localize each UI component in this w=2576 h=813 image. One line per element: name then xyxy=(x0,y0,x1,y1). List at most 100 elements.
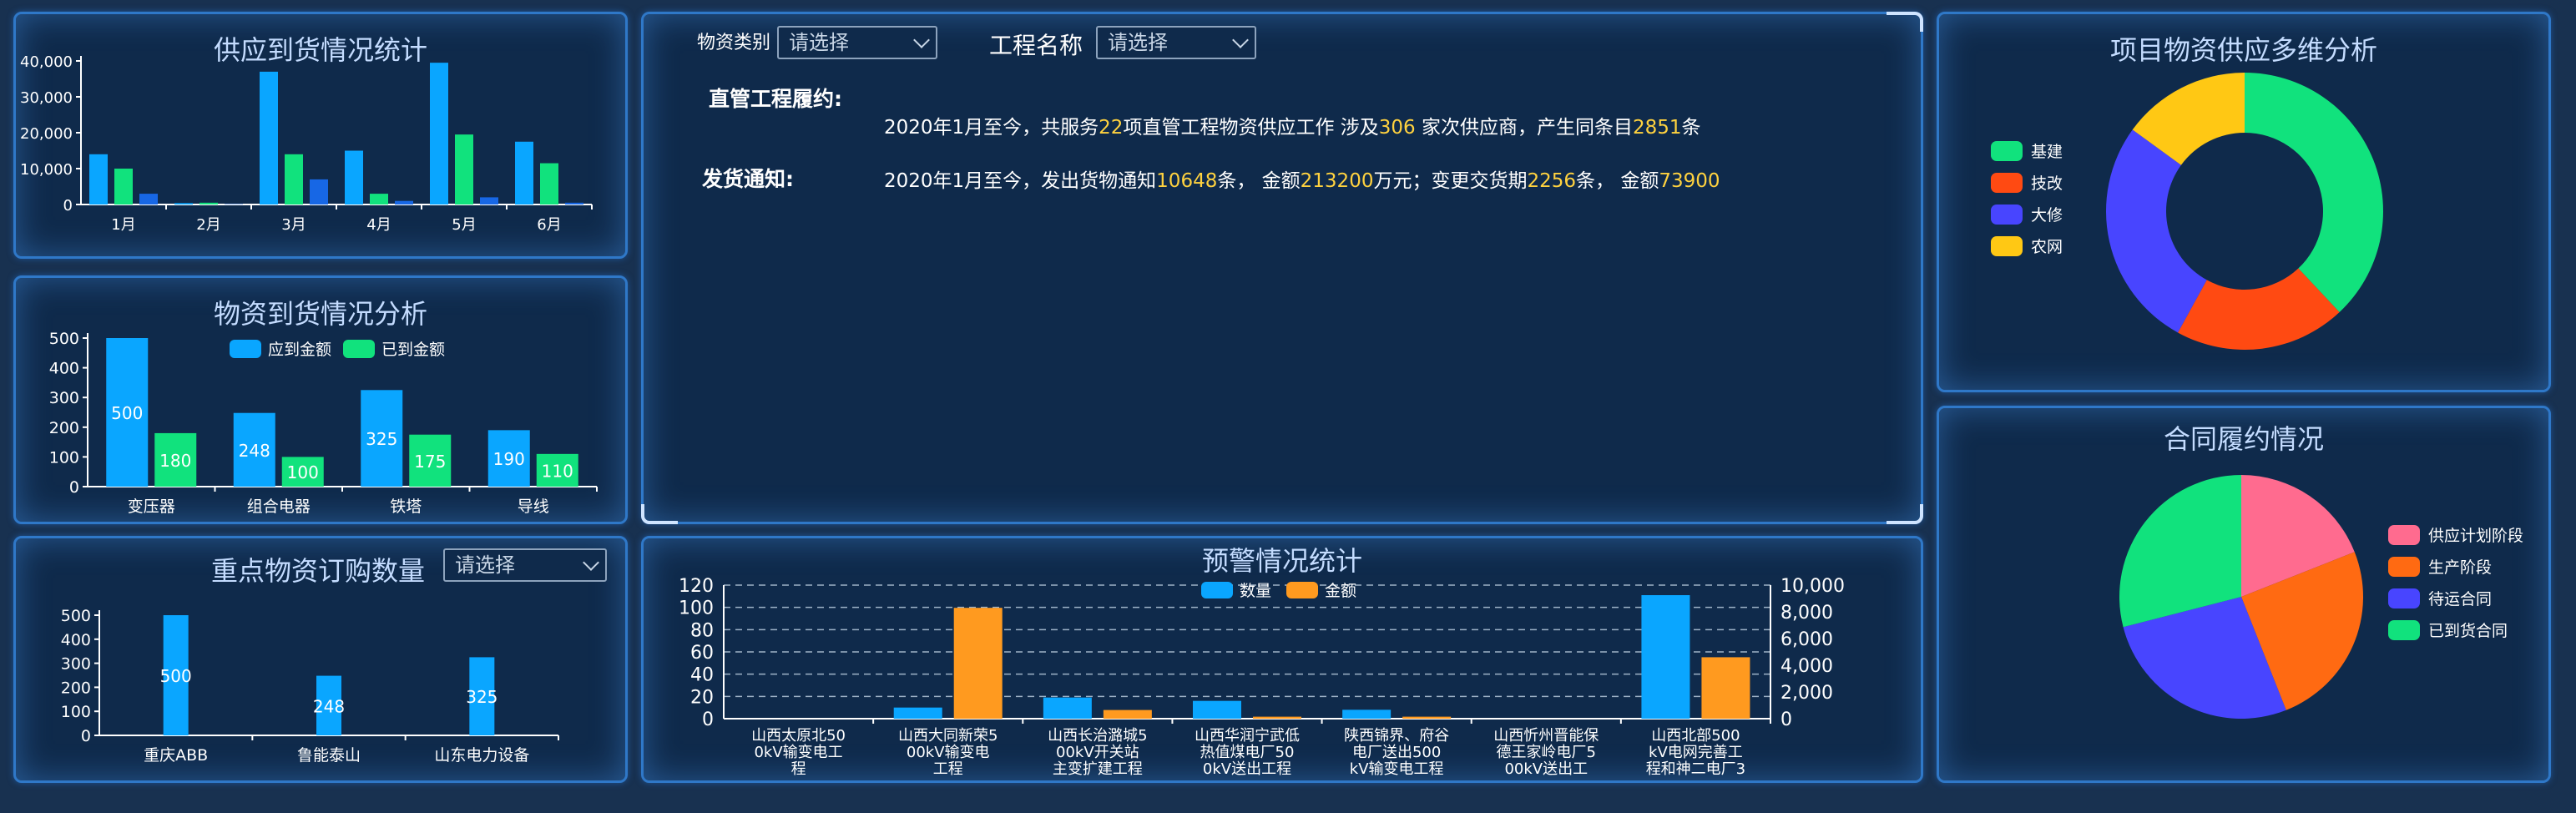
legend-label: 数量 xyxy=(1240,582,1271,600)
x-tick-label: 0kV输变电工 xyxy=(754,744,842,761)
x-tick-label: 6月 xyxy=(537,216,561,234)
bar xyxy=(285,154,303,205)
filter-category-value: 请选择 xyxy=(789,31,849,54)
bar-value-label: 110 xyxy=(542,461,573,481)
corner-decoration xyxy=(1887,504,1923,524)
highlight-value: 306 xyxy=(1378,117,1416,139)
filter-project-label: 工程名称 xyxy=(989,32,1083,59)
x-tick-label: 鲁能泰山 xyxy=(297,746,361,765)
y-tick-label: 500 xyxy=(49,330,79,348)
x-tick-label: 组合电器 xyxy=(247,497,311,516)
bar xyxy=(370,194,388,205)
shipping-notice-heading: 发货通知: xyxy=(702,167,794,191)
text-segment: 项直管工程物资供应工作 涉及 xyxy=(1123,117,1379,139)
x-tick-label: 德王家岭电厂5 xyxy=(1497,744,1596,761)
legend-swatch xyxy=(2388,525,2420,545)
bar-amount xyxy=(1103,709,1152,719)
text-segment: 条， 金额 xyxy=(1576,170,1659,192)
x-tick-label: 工程 xyxy=(933,760,963,778)
pie-slice xyxy=(2245,73,2383,313)
pie-slice xyxy=(2106,129,2207,333)
bar xyxy=(200,202,218,205)
bar-quantity xyxy=(893,707,942,719)
shipping-notice-text: 2020年1月至今，发出货物通知10648 条， 金额 213200万元；变更交货期… xyxy=(884,164,1720,193)
bar-value-label: 248 xyxy=(313,696,345,716)
y-tick-label: 100 xyxy=(61,703,91,721)
legend-label: 应到金额 xyxy=(268,341,331,359)
direct-project-heading: 直管工程履约: xyxy=(709,87,842,111)
corner-decoration xyxy=(641,504,678,524)
legend-label: 金额 xyxy=(1325,582,1356,600)
legend-swatch xyxy=(2388,620,2420,640)
y-tick-label: 400 xyxy=(49,360,79,378)
legend-swatch xyxy=(1991,173,2023,193)
y-left-tick-label: 0 xyxy=(702,709,714,730)
legend-label: 待运合同 xyxy=(2428,590,2492,608)
highlight-value: 22 xyxy=(1099,117,1124,139)
filter-project-select[interactable]: 请选择 xyxy=(1096,26,1256,59)
bar-value-label: 325 xyxy=(466,687,498,707)
bar xyxy=(139,194,158,205)
bar-value-label: 180 xyxy=(159,451,191,471)
x-tick-label: 铁塔 xyxy=(390,497,422,516)
y-left-tick-label: 60 xyxy=(690,643,714,664)
bar-value-label: 325 xyxy=(366,429,397,449)
bar xyxy=(310,179,328,205)
x-tick-label: 重庆ABB xyxy=(144,746,208,765)
y-right-tick-label: 4,000 xyxy=(1780,656,1833,677)
info-panel: 物资类别 请选择 工程名称 请选择 直管工程履约: 2020年1月至今，共服务2… xyxy=(641,12,1923,524)
y-tick-label: 40,000 xyxy=(20,53,73,71)
bar-quantity xyxy=(1043,697,1092,719)
text-segment: 家次供应商，产生同条目 xyxy=(1415,117,1633,139)
y-tick-label: 0 xyxy=(69,478,79,497)
y-left-tick-label: 120 xyxy=(679,576,714,597)
highlight-value: 213200 xyxy=(1300,170,1374,192)
y-tick-label: 20,000 xyxy=(20,125,73,143)
legend-label: 供应计划阶段 xyxy=(2428,527,2523,545)
legend-swatch xyxy=(2388,557,2420,577)
y-right-tick-label: 0 xyxy=(1780,709,1792,730)
x-tick-label: 00kV输变电 xyxy=(907,744,990,761)
x-tick-label: 山西大同新荣5 xyxy=(898,727,998,745)
y-left-tick-label: 80 xyxy=(690,620,714,641)
y-tick-label: 30,000 xyxy=(20,89,73,107)
filter-category-select[interactable]: 请选择 xyxy=(777,26,937,59)
bar xyxy=(345,150,363,205)
bar xyxy=(89,154,108,205)
bar-value-label: 190 xyxy=(493,449,525,469)
x-tick-label: 0kV送出工程 xyxy=(1203,760,1291,778)
legend-label: 农网 xyxy=(2031,238,2063,256)
filter-category-label: 物资类别 xyxy=(697,33,771,53)
x-tick-label: 山西北部500 xyxy=(1651,727,1740,745)
highlight-value: 10648 xyxy=(1156,170,1218,192)
legend-swatch xyxy=(1991,205,2023,225)
x-tick-label: 山西忻州晋能保 xyxy=(1493,727,1599,745)
y-tick-label: 400 xyxy=(61,631,91,649)
text-segment: 万元；变更交货期 xyxy=(1373,170,1528,192)
x-tick-label: kV输变电工程 xyxy=(1350,760,1444,778)
bar-value-label: 248 xyxy=(239,441,270,461)
contract-chart: 供应计划阶段生产阶段待运合同已到货合同 xyxy=(2119,475,2523,719)
warning-panel: 预警情况统计 0 20 40 60 80 100 120 0 2,000 4,000 6,000 8,… xyxy=(641,536,1923,783)
y-tick-label: 300 xyxy=(61,655,91,674)
direct-project-text: 2020年1月至今，共服务22项直管工程物资供应工作 涉及306 家次供应商，产… xyxy=(884,111,1701,139)
legend-label: 基建 xyxy=(2031,143,2063,161)
multi-chart: 基建技改大修农网 xyxy=(1991,73,2383,350)
bar-value-label: 100 xyxy=(287,462,319,482)
y-tick-label: 100 xyxy=(49,448,79,467)
text-segment: 2020年1月至今，共服务 xyxy=(884,117,1099,139)
legend-label: 大修 xyxy=(2031,206,2063,225)
warning-chart: 02040608010012002,0004,0006,0008,00010,0… xyxy=(679,576,1845,778)
x-tick-label: 1月 xyxy=(111,216,135,234)
x-tick-label: 5月 xyxy=(452,216,476,234)
y-left-tick-label: 20 xyxy=(690,687,714,708)
y-tick-label: 0 xyxy=(81,727,91,745)
arrival-panel: 物资到货情况分析 0 100 200 300 400 500 变压器 500 180 组合电器 24… xyxy=(13,275,628,524)
x-tick-label: 导线 xyxy=(518,497,549,516)
corner-decoration xyxy=(1887,12,1923,32)
y-left-tick-label: 40 xyxy=(690,665,714,686)
bar xyxy=(430,63,448,205)
text-segment: 2020年1月至今，发出货物通知 xyxy=(884,170,1157,192)
x-tick-label: 程和神二电厂3 xyxy=(1646,760,1745,778)
x-tick-label: 山西华润宁武低 xyxy=(1195,727,1300,745)
